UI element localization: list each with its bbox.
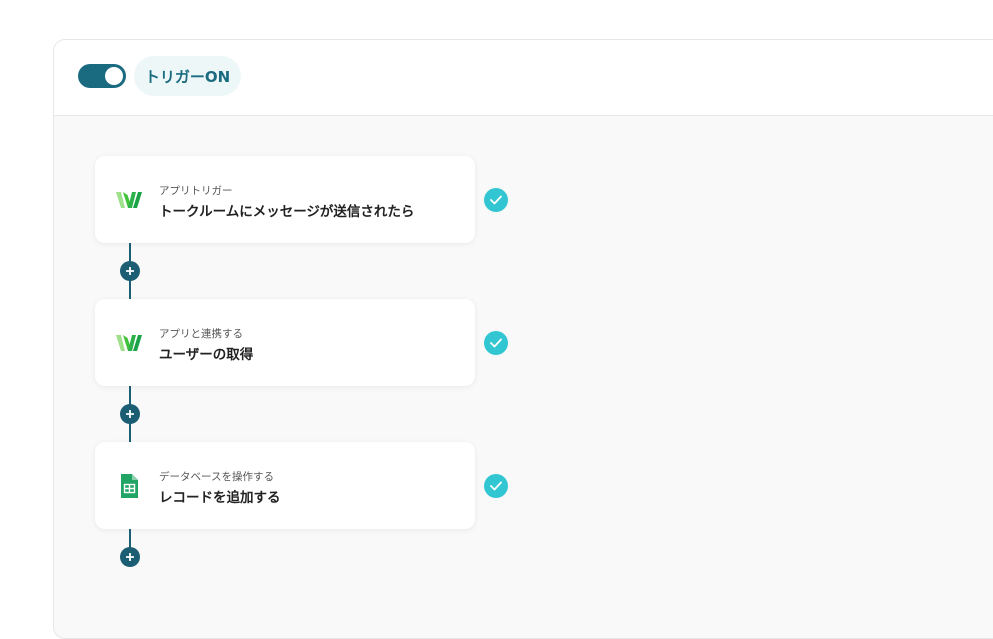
step-category: データベースを操作する	[159, 471, 274, 483]
step-title: レコードを追加する	[159, 490, 281, 506]
connector-line	[129, 423, 131, 442]
plus-icon	[126, 410, 134, 418]
step-title: ユーザーの取得	[159, 347, 254, 363]
check-icon	[484, 331, 508, 355]
line-works-icon	[115, 329, 143, 357]
plus-icon	[126, 553, 134, 561]
check-icon	[484, 188, 508, 212]
google-sheets-icon	[115, 472, 143, 500]
check-icon	[484, 474, 508, 498]
toggle-knob	[105, 67, 123, 85]
add-step-button[interactable]	[120, 261, 140, 281]
connector-line	[129, 280, 131, 299]
add-step-button[interactable]	[120, 404, 140, 424]
connector-line	[129, 529, 131, 548]
flow-step-card-3[interactable]: データベースを操作する レコードを追加する	[95, 442, 475, 529]
trigger-toggle[interactable]	[78, 64, 126, 88]
step-category: アプリトリガー	[159, 185, 233, 197]
connector-line	[129, 243, 131, 262]
add-step-button[interactable]	[120, 547, 140, 567]
panel-header: トリガーON	[54, 40, 993, 116]
step-category: アプリと連携する	[159, 328, 243, 340]
flow-panel: トリガーON アプリトリガー トークルームにメッセージが送信されたら アプリと連…	[53, 39, 993, 639]
connector-line	[129, 386, 131, 405]
flow-step-card-2[interactable]: アプリと連携する ユーザーの取得	[95, 299, 475, 386]
step-title: トークルームにメッセージが送信されたら	[159, 204, 415, 220]
flow-step-card-1[interactable]: アプリトリガー トークルームにメッセージが送信されたら	[95, 156, 475, 243]
trigger-status-badge: トリガーON	[134, 56, 241, 96]
plus-icon	[126, 267, 134, 275]
line-works-icon	[115, 186, 143, 214]
